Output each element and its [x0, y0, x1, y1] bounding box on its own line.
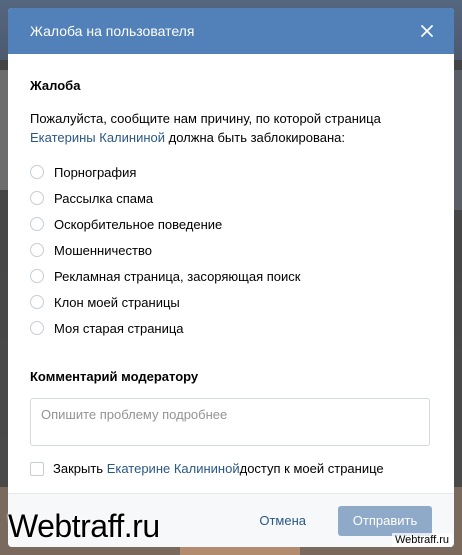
- radio-button[interactable]: [30, 295, 44, 309]
- reason-option-pornography[interactable]: Порнография: [30, 159, 432, 185]
- reason-option-fraud[interactable]: Мошенничество: [30, 237, 432, 263]
- watermark-logo: Webtraff.ru: [8, 508, 160, 544]
- close-access-checkbox[interactable]: [30, 461, 44, 476]
- report-dialog: Жалоба на пользователя Жалоба Пожалуйста…: [8, 8, 454, 547]
- reason-label: Моя старая страница: [54, 320, 184, 336]
- checkbox-label: доступ к моей странице: [239, 461, 384, 476]
- submit-button[interactable]: Отправить: [338, 505, 432, 536]
- prompt-text: Пожалуйста, сообщите нам причину, по кот…: [30, 111, 381, 126]
- radio-button[interactable]: [30, 243, 44, 257]
- reason-label: Рассылка спама: [54, 190, 154, 206]
- reason-label: Оскорбительное поведение: [54, 216, 223, 232]
- reason-label: Мошенничество: [54, 242, 152, 258]
- radio-button[interactable]: [30, 321, 44, 335]
- reason-label: Порнография: [54, 164, 137, 180]
- user-profile-link[interactable]: Екатерины Калининой: [30, 130, 165, 145]
- reason-options: Порнография Рассылка спама Оскорбительно…: [30, 159, 432, 341]
- reason-option-clone[interactable]: Клон моей страницы: [30, 289, 432, 315]
- checkbox-label: Закрыть: [53, 461, 104, 476]
- reason-option-advertising[interactable]: Рекламная страница, засоряющая поиск: [30, 263, 432, 289]
- dialog-title: Жалоба на пользователя: [30, 23, 195, 39]
- reason-label: Клон моей страницы: [54, 294, 180, 310]
- dialog-body: Жалоба Пожалуйста, сообщите нам причину,…: [8, 54, 454, 476]
- complaint-section-title: Жалоба: [30, 78, 81, 93]
- reason-option-abuse[interactable]: Оскорбительное поведение: [30, 211, 432, 237]
- background-tile: [0, 70, 8, 190]
- user-profile-link[interactable]: Екатерине Калининой: [107, 461, 240, 476]
- reason-option-spam[interactable]: Рассылка спама: [30, 185, 432, 211]
- dialog-header: Жалоба на пользователя: [8, 8, 454, 54]
- watermark-text: Webtraff.ru: [391, 533, 452, 547]
- background-tile: [454, 70, 462, 210]
- radio-button[interactable]: [30, 269, 44, 283]
- reason-label: Рекламная страница, засоряющая поиск: [54, 268, 301, 284]
- radio-button[interactable]: [30, 165, 44, 179]
- cancel-button[interactable]: Отмена: [253, 512, 312, 529]
- close-icon[interactable]: [420, 24, 434, 38]
- moderator-comment-input[interactable]: [30, 398, 430, 446]
- close-access-option[interactable]: Закрыть Екатерине Калининой доступ к мое…: [30, 461, 432, 476]
- radio-button[interactable]: [30, 217, 44, 231]
- comment-section-title: Комментарий модератору: [30, 369, 199, 384]
- complaint-prompt: Пожалуйста, сообщите нам причину, по кот…: [30, 109, 432, 147]
- radio-button[interactable]: [30, 191, 44, 205]
- reason-option-old-page[interactable]: Моя старая страница: [30, 315, 432, 341]
- prompt-text: должна быть заблокирована:: [165, 130, 346, 145]
